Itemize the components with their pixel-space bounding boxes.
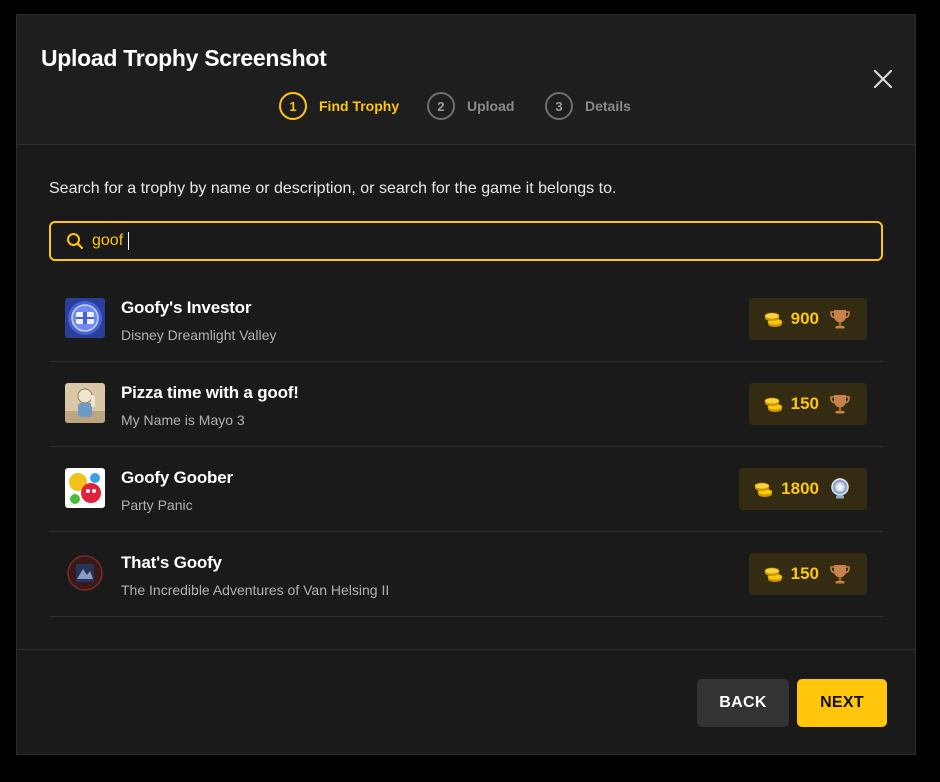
close-icon[interactable] [871, 67, 895, 91]
points-value: 900 [790, 309, 819, 328]
mayo-character-icon [65, 383, 105, 423]
upload-trophy-dialog: Upload Trophy Screenshot 1 Find Trophy 2… [16, 14, 916, 755]
points-value: 150 [790, 564, 819, 583]
step-label: Upload [467, 98, 515, 114]
stepper: 1 Find Trophy 2 Upload 3 Details [17, 91, 915, 121]
coins-icon [764, 567, 783, 582]
points-badge: 1800 [739, 468, 867, 510]
points-badge: 900 [748, 298, 867, 340]
game-name: The Incredible Adventures of Van Helsing… [121, 582, 390, 598]
dreamlight-chest-icon [65, 298, 105, 338]
step-label: Details [585, 98, 631, 114]
search-instructions: Search for a trophy by name or descripti… [49, 180, 617, 197]
trophy-name: That's Goofy [121, 553, 222, 572]
van-helsing-icon [65, 553, 105, 593]
search-icon [67, 233, 84, 250]
next-button[interactable]: NEXT [797, 679, 887, 727]
trophy-name: Pizza time with a goof! [121, 383, 299, 402]
search-value: goof [92, 232, 124, 249]
step-number: 2 [427, 92, 455, 120]
trophy-result-row[interactable]: Pizza time with a goof! My Name is Mayo … [49, 362, 883, 447]
platinum-trophy-icon [831, 478, 849, 499]
step-find-trophy: 1 Find Trophy [279, 91, 399, 121]
party-panic-icon [65, 468, 105, 508]
game-name: My Name is Mayo 3 [121, 412, 245, 428]
coins-icon [754, 482, 773, 497]
text-caret [128, 232, 130, 250]
step-details: 3 Details [545, 91, 631, 121]
trophy-results-list: Goofy's Investor Disney Dreamlight Valle… [49, 277, 883, 617]
step-upload: 2 Upload [427, 91, 514, 121]
bronze-trophy-icon [830, 395, 850, 414]
dialog-footer: BACK NEXT [17, 649, 915, 755]
step-label: Find Trophy [319, 98, 400, 114]
trophy-result-row[interactable]: Goofy's Investor Disney Dreamlight Valle… [49, 277, 883, 362]
dialog-header: Upload Trophy Screenshot 1 Find Trophy 2… [17, 15, 915, 145]
points-badge: 150 [748, 383, 867, 425]
points-badge: 150 [748, 553, 867, 595]
trophy-name: Goofy Goober [121, 468, 233, 487]
points-value: 1800 [781, 479, 819, 498]
coins-icon [764, 312, 783, 327]
bronze-trophy-icon [830, 310, 850, 329]
step-number: 3 [545, 92, 573, 120]
step-number: 1 [279, 92, 307, 120]
trophy-result-row[interactable]: That's Goofy The Incredible Adventures o… [49, 532, 883, 617]
back-button[interactable]: BACK [697, 679, 789, 727]
dialog-title: Upload Trophy Screenshot [41, 45, 327, 71]
trophy-name: Goofy's Investor [121, 298, 252, 317]
game-name: Party Panic [121, 497, 193, 513]
game-name: Disney Dreamlight Valley [121, 327, 277, 343]
points-value: 150 [790, 394, 819, 413]
coins-icon [764, 397, 783, 412]
bronze-trophy-icon [830, 565, 850, 584]
trophy-search-input[interactable]: goof [49, 221, 883, 261]
trophy-result-row[interactable]: Goofy Goober Party Panic 1800 [49, 447, 883, 532]
